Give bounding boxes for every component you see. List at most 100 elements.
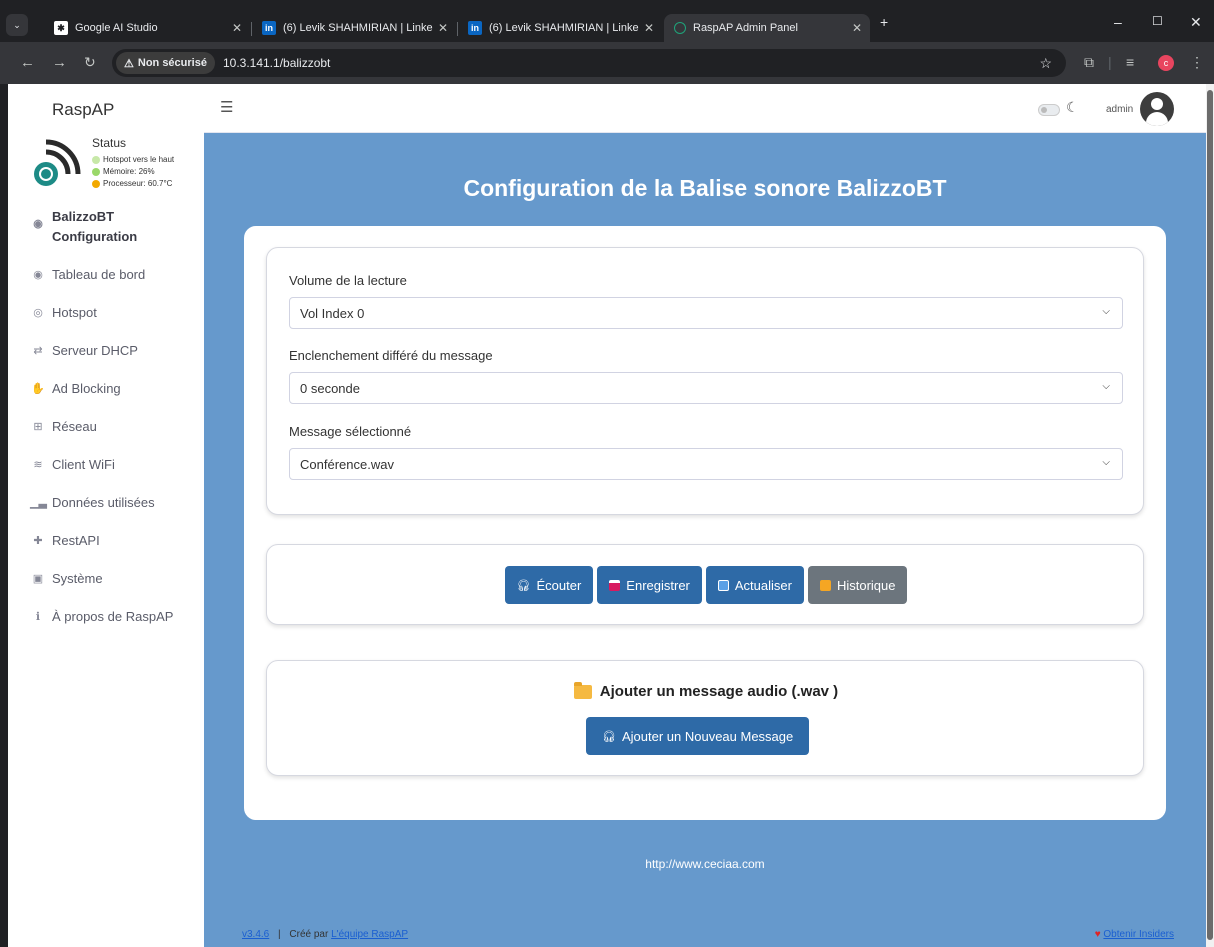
info-icon: ℹ <box>35 611 41 623</box>
window-close-icon[interactable]: ✕ <box>1190 14 1202 31</box>
add-message-button[interactable]: 🎧︎ Ajouter un Nouveau Message <box>586 717 810 755</box>
delay-label: Enclenchement différé du message <box>289 348 493 363</box>
bookmark-star-icon[interactable]: ☆ <box>1039 55 1052 72</box>
profile-avatar[interactable]: c <box>1158 55 1174 71</box>
volume-label: Volume de la lecture <box>289 273 407 288</box>
close-icon[interactable]: ✕ <box>852 21 862 35</box>
hamburger-menu-icon[interactable]: ☰ <box>220 98 233 116</box>
sidebar-item-label: Ad Blocking <box>52 381 121 396</box>
moon-icon: ☾ <box>1066 99 1079 115</box>
extensions-icon[interactable]: ⧉ <box>1084 54 1094 71</box>
status-memory: Mémoire: 26% <box>92 167 155 176</box>
hotspot-icon: ◎ <box>33 307 43 319</box>
sidebar-item-hotspot[interactable]: ◎ Hotspot <box>30 305 97 320</box>
sidebar-item-restapi[interactable]: ✚ RestAPI <box>30 533 99 548</box>
add-message-title: Ajouter un message audio (.wav ) <box>267 681 1145 700</box>
hand-icon: ✋ <box>31 383 45 395</box>
page: RaspAP Status Hotspot vers le haut Mémoi… <box>8 84 1206 947</box>
save-button[interactable]: Enregistrer <box>597 566 702 604</box>
tab-linkedin-2[interactable]: in (6) Levik SHAHMIRIAN | Linked ✕ <box>458 14 662 42</box>
chevron-down-icon: ⌵ <box>1102 306 1110 317</box>
sidebar-item-label: BalizzoBT Configuration <box>52 209 138 244</box>
sidebar-item-a-propos[interactable]: ℹ À propos de RaspAP <box>30 609 174 624</box>
footer-url: http://www.ceciaa.com <box>645 857 765 871</box>
message-select[interactable]: Conférence.wav ⌵ <box>289 448 1123 480</box>
close-icon[interactable]: ✕ <box>232 21 242 35</box>
main-content: Configuration de la Balise sonore Balizz… <box>204 133 1206 947</box>
omnibox[interactable]: ⚠ Non sécurisé 10.3.141.1/balizzobt ☆ <box>112 49 1066 77</box>
linkedin-icon: in <box>262 21 276 35</box>
user-avatar[interactable] <box>1140 92 1174 126</box>
sidebar-item-systeme[interactable]: ▣ Système <box>30 571 103 586</box>
history-button[interactable]: Historique <box>807 566 908 604</box>
tab-google-ai-studio[interactable]: ✱ Google AI Studio ✕ <box>44 14 250 42</box>
close-icon[interactable]: ✕ <box>438 21 448 35</box>
toolbar-divider: | <box>1108 54 1112 70</box>
page-title: Configuration de la Balise sonore Balizz… <box>463 175 947 201</box>
address-bar-row: ← → ↻ ⚠ Non sécurisé 10.3.141.1/balizzobt… <box>0 42 1214 84</box>
chevron-down-icon: ⌄ <box>13 19 21 30</box>
sidebar-item-client-wifi[interactable]: ≋ Client WiFi <box>30 457 114 472</box>
sidebar-item-balizzobt[interactable]: ◉ BalizzoBT Configuration <box>30 207 137 247</box>
url-text[interactable]: 10.3.141.1/balizzobt <box>223 56 330 70</box>
refresh-icon <box>717 579 729 591</box>
brand-title[interactable]: RaspAP <box>52 100 114 120</box>
refresh-button[interactable]: Actualiser <box>705 566 804 604</box>
close-icon[interactable]: ✕ <box>644 21 654 35</box>
tab-search-button[interactable]: ⌄ <box>6 14 28 36</box>
maximize-icon[interactable]: ☐ <box>1152 14 1163 28</box>
hotspot-status-icon <box>34 139 81 186</box>
credit-prefix: Créé par <box>289 929 329 940</box>
credit-link[interactable]: L'équipe RaspAP <box>331 929 408 940</box>
status-cpu: Processeur: 60.7°C <box>92 179 172 188</box>
headphones-icon: 🎧︎ <box>602 730 616 743</box>
listen-button[interactable]: 🎧︎ Écouter <box>504 566 594 604</box>
theme-toggle[interactable] <box>1038 104 1060 116</box>
chevron-down-icon: ⌵ <box>1102 457 1110 468</box>
ai-studio-icon: ✱ <box>54 21 68 35</box>
forward-icon[interactable]: → <box>52 54 67 71</box>
sidebar-item-ad-blocking[interactable]: ✋ Ad Blocking <box>30 381 121 396</box>
headphones-icon: 🎧︎ <box>516 579 531 592</box>
add-message-panel: Ajouter un message audio (.wav ) 🎧︎ Ajou… <box>266 660 1144 776</box>
user-name[interactable]: admin <box>1106 104 1133 115</box>
menu-kebab-icon[interactable]: ⋮ <box>1190 54 1204 71</box>
sidebar-item-dhcp[interactable]: ⇄ Serveur DHCP <box>30 343 138 358</box>
user-body <box>1146 112 1168 126</box>
security-chip[interactable]: ⚠ Non sécurisé <box>116 52 215 74</box>
page-scrollbar[interactable] <box>1206 84 1214 947</box>
status-dot-icon <box>92 179 100 188</box>
tab-strip: ⌄ ✱ Google AI Studio ✕ in (6) Levik SHAH… <box>0 8 1214 42</box>
sidebar-item-label: Réseau <box>52 419 97 434</box>
back-icon[interactable]: ← <box>20 54 35 71</box>
network-icon: ⊞ <box>33 421 43 433</box>
sidebar-item-reseau[interactable]: ⊞ Réseau <box>30 419 97 434</box>
chevron-down-icon: ⌵ <box>1102 381 1110 392</box>
insiders-link[interactable]: Obtenir Insiders <box>1103 929 1174 940</box>
sidebar-item-label: À propos de RaspAP <box>52 609 174 624</box>
settings-panel: Volume de la lecture Vol Index 0 ⌵ Encle… <box>266 247 1144 515</box>
actions-panel: 🎧︎ Écouter Enregistrer Actualiser Histor… <box>266 544 1144 625</box>
action-buttons: 🎧︎ Écouter Enregistrer Actualiser Histor… <box>267 566 1145 604</box>
user-head <box>1151 98 1163 110</box>
volume-select[interactable]: Vol Index 0 ⌵ <box>289 297 1123 329</box>
version-link[interactable]: v3.4.6 <box>242 929 269 940</box>
topbar: ☰ ☾ admin <box>204 84 1206 133</box>
reading-list-icon[interactable]: ≡ <box>1126 54 1134 70</box>
tab-raspap[interactable]: RaspAP Admin Panel ✕ <box>664 14 870 42</box>
status-dot-icon <box>92 167 100 176</box>
status-hotspot: Hotspot vers le haut <box>92 155 174 164</box>
minimize-icon[interactable]: – <box>1114 14 1122 30</box>
tab-linkedin-1[interactable]: in (6) Levik SHAHMIRIAN | Linked ✕ <box>252 14 456 42</box>
version-footer: v3.4.6 | Créé par L'équipe RaspAP <box>242 929 408 940</box>
scrollbar-thumb[interactable] <box>1207 90 1213 940</box>
wifi-icon: ≋ <box>33 459 43 471</box>
new-tab-icon[interactable]: + <box>880 14 888 30</box>
sidebar-item-donnees[interactable]: ▁▃ Données utilisées <box>30 495 155 510</box>
reload-icon[interactable]: ↻ <box>84 54 96 71</box>
message-label: Message sélectionné <box>289 424 412 439</box>
warning-icon: ⚠ <box>124 57 134 70</box>
sidebar-item-tableau-de-bord[interactable]: ◉ Tableau de bord <box>30 267 145 282</box>
delay-select[interactable]: 0 seconde ⌵ <box>289 372 1123 404</box>
dashboard-icon: ◉ <box>33 269 43 281</box>
